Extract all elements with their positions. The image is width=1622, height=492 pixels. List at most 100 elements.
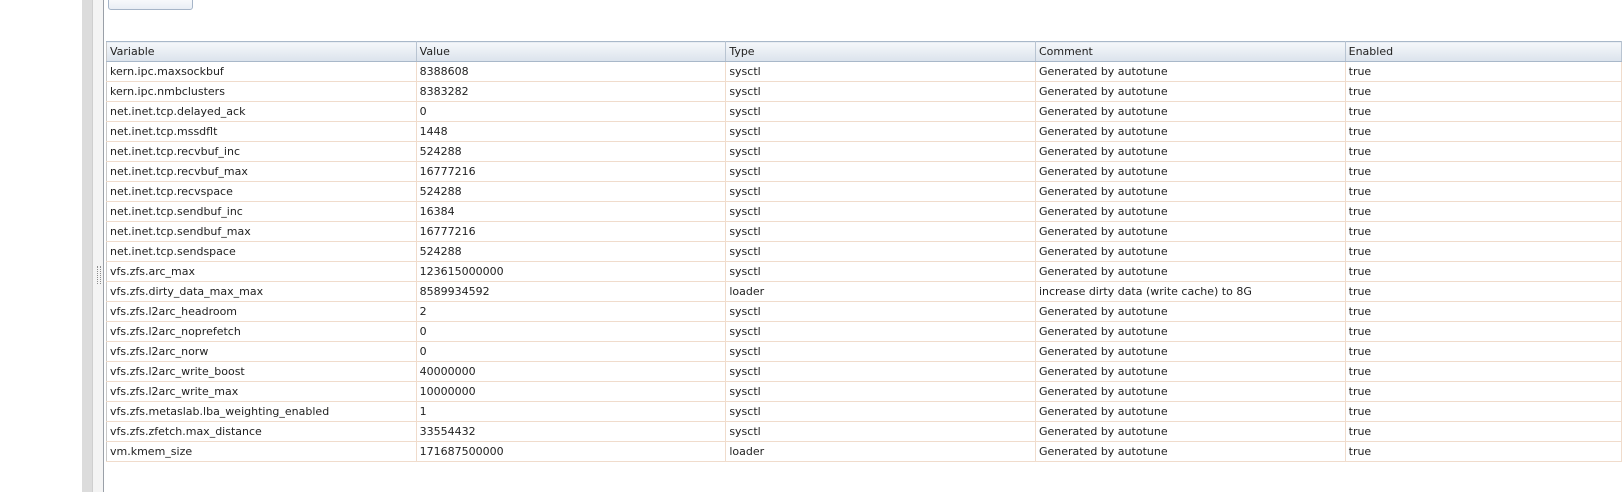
table-row[interactable]: vfs.zfs.l2arc_write_boost 40000000 sysctl G… xyxy=(106,361,1622,382)
cell-value: 16384 xyxy=(416,201,727,222)
cell-variable: net.inet.tcp.recvbuf_inc xyxy=(106,141,417,162)
cell-value: 123615000000 xyxy=(416,261,727,282)
cell-type: sysctl xyxy=(725,161,1036,182)
cell-enabled: true xyxy=(1345,181,1622,202)
cell-value: 0 xyxy=(416,341,727,362)
cell-type: loader xyxy=(725,281,1036,302)
cell-type: sysctl xyxy=(725,301,1036,322)
cell-comment: Generated by autotune xyxy=(1035,401,1346,422)
cell-enabled: true xyxy=(1345,421,1622,442)
table-row[interactable]: net.inet.tcp.sendbuf_max 16777216 sysctl Ge… xyxy=(106,221,1622,242)
grid-body: kern.ipc.maxsockbuf 8388608 sysctl Generate… xyxy=(106,61,1622,462)
table-row[interactable]: vfs.zfs.l2arc_noprefetch 0 sysctl Generated… xyxy=(106,321,1622,342)
table-row[interactable]: net.inet.tcp.delayed_ack 0 sysctl Generated… xyxy=(106,101,1622,122)
cell-type: sysctl xyxy=(725,101,1036,122)
cell-comment: Generated by autotune xyxy=(1035,101,1346,122)
cell-variable: vfs.zfs.zfetch.max_distance xyxy=(106,421,417,442)
cell-comment: Generated by autotune xyxy=(1035,421,1346,442)
cell-type: sysctl xyxy=(725,181,1036,202)
table-row[interactable]: net.inet.tcp.sendspace 524288 sysctl Genera… xyxy=(106,241,1622,262)
table-row[interactable]: vfs.zfs.dirty_data_max_max 8589934592 load… xyxy=(106,281,1622,302)
column-header-comment[interactable]: Comment xyxy=(1035,41,1346,62)
table-row[interactable]: vfs.zfs.arc_max 123615000000 sysctl Generat… xyxy=(106,261,1622,282)
cell-variable: kern.ipc.maxsockbuf xyxy=(106,61,417,82)
column-header-value[interactable]: Value xyxy=(416,41,727,62)
cell-enabled: true xyxy=(1345,61,1622,82)
cell-variable: vfs.zfs.l2arc_write_max xyxy=(106,381,417,402)
cell-type: loader xyxy=(725,441,1036,462)
table-row[interactable]: vm.kmem_size 171687500000 loader Generated … xyxy=(106,441,1622,462)
cell-comment: Generated by autotune xyxy=(1035,121,1346,142)
table-row[interactable]: vfs.zfs.l2arc_headroom 2 sysctl Generated b… xyxy=(106,301,1622,322)
cell-comment: Generated by autotune xyxy=(1035,201,1346,222)
column-header-variable[interactable]: Variable xyxy=(106,41,417,62)
cell-enabled: true xyxy=(1345,81,1622,102)
column-header-type[interactable]: Type xyxy=(725,41,1036,62)
cell-type: sysctl xyxy=(725,61,1036,82)
table-row[interactable]: net.inet.tcp.sendbuf_inc 16384 sysctl Gener… xyxy=(106,201,1622,222)
cell-comment: Generated by autotune xyxy=(1035,81,1346,102)
table-row[interactable]: vfs.zfs.l2arc_norw 0 sysctl Generated by au… xyxy=(106,341,1622,362)
cell-enabled: true xyxy=(1345,241,1622,262)
cell-value: 171687500000 xyxy=(416,441,727,462)
column-header-enabled[interactable]: Enabled xyxy=(1345,41,1622,62)
cell-enabled: true xyxy=(1345,361,1622,382)
cell-comment: Generated by autotune xyxy=(1035,321,1346,342)
cell-variable: kern.ipc.nmbclusters xyxy=(106,81,417,102)
cell-type: sysctl xyxy=(725,261,1036,282)
cell-variable: vfs.zfs.l2arc_noprefetch xyxy=(106,321,417,342)
cell-value: 524288 xyxy=(416,141,727,162)
cell-value: 0 xyxy=(416,101,727,122)
cell-comment: Generated by autotune xyxy=(1035,441,1346,462)
cell-variable: vfs.zfs.arc_max xyxy=(106,261,417,282)
cell-comment: Generated by autotune xyxy=(1035,61,1346,82)
table-row[interactable]: kern.ipc.nmbclusters 8383282 sysctl Generat… xyxy=(106,81,1622,102)
cell-variable: net.inet.tcp.mssdflt xyxy=(106,121,417,142)
cell-type: sysctl xyxy=(725,341,1036,362)
cell-value: 10000000 xyxy=(416,381,727,402)
cell-comment: Generated by autotune xyxy=(1035,161,1346,182)
cell-comment: Generated by autotune xyxy=(1035,261,1346,282)
cell-variable: vfs.zfs.l2arc_norw xyxy=(106,341,417,362)
page: Variable Value Type Comment Enabled kern… xyxy=(0,0,1622,492)
table-row[interactable]: vfs.zfs.l2arc_write_max 10000000 sysctl Gen… xyxy=(106,381,1622,402)
cell-type: sysctl xyxy=(725,241,1036,262)
cell-value: 40000000 xyxy=(416,361,727,382)
cell-value: 0 xyxy=(416,321,727,342)
splitter-grip-icon[interactable] xyxy=(97,266,101,284)
cell-value: 8589934592 xyxy=(416,281,727,302)
table-row[interactable]: vfs.zfs.metaslab.lba_weighting_enabled 1 s… xyxy=(106,401,1622,422)
tunables-panel: Variable Value Type Comment Enabled kern… xyxy=(104,0,1622,492)
toolbar-button[interactable] xyxy=(108,0,193,10)
cell-enabled: true xyxy=(1345,221,1622,242)
cell-type: sysctl xyxy=(725,81,1036,102)
cell-value: 8383282 xyxy=(416,81,727,102)
cell-variable: net.inet.tcp.delayed_ack xyxy=(106,101,417,122)
cell-enabled: true xyxy=(1345,141,1622,162)
cell-value: 524288 xyxy=(416,181,727,202)
cell-comment: increase dirty data (write cache) to 8G xyxy=(1035,281,1346,302)
table-row[interactable]: net.inet.tcp.recvbuf_max 16777216 sysctl Ge… xyxy=(106,161,1622,182)
cell-comment: Generated by autotune xyxy=(1035,381,1346,402)
panel-splitter[interactable] xyxy=(93,0,104,492)
table-row[interactable]: kern.ipc.maxsockbuf 8388608 sysctl Generate… xyxy=(106,61,1622,82)
cell-type: sysctl xyxy=(725,401,1036,422)
cell-type: sysctl xyxy=(725,141,1036,162)
table-row[interactable]: net.inet.tcp.recvspace 524288 sysctl Genera… xyxy=(106,181,1622,202)
table-row[interactable]: vfs.zfs.zfetch.max_distance 33554432 sysct… xyxy=(106,421,1622,442)
cell-type: sysctl xyxy=(725,361,1036,382)
cell-variable: vm.kmem_size xyxy=(106,441,417,462)
cell-comment: Generated by autotune xyxy=(1035,221,1346,242)
table-row[interactable]: net.inet.tcp.mssdflt 1448 sysctl Generated … xyxy=(106,121,1622,142)
cell-enabled: true xyxy=(1345,201,1622,222)
cell-type: sysctl xyxy=(725,421,1036,442)
cell-enabled: true xyxy=(1345,301,1622,322)
cell-variable: net.inet.tcp.recvspace xyxy=(106,181,417,202)
cell-variable: net.inet.tcp.sendbuf_max xyxy=(106,221,417,242)
cell-type: sysctl xyxy=(725,201,1036,222)
cell-variable: vfs.zfs.l2arc_headroom xyxy=(106,301,417,322)
cell-enabled: true xyxy=(1345,101,1622,122)
table-row[interactable]: net.inet.tcp.recvbuf_inc 524288 sysctl Gene… xyxy=(106,141,1622,162)
cell-comment: Generated by autotune xyxy=(1035,361,1346,382)
cell-value: 8388608 xyxy=(416,61,727,82)
